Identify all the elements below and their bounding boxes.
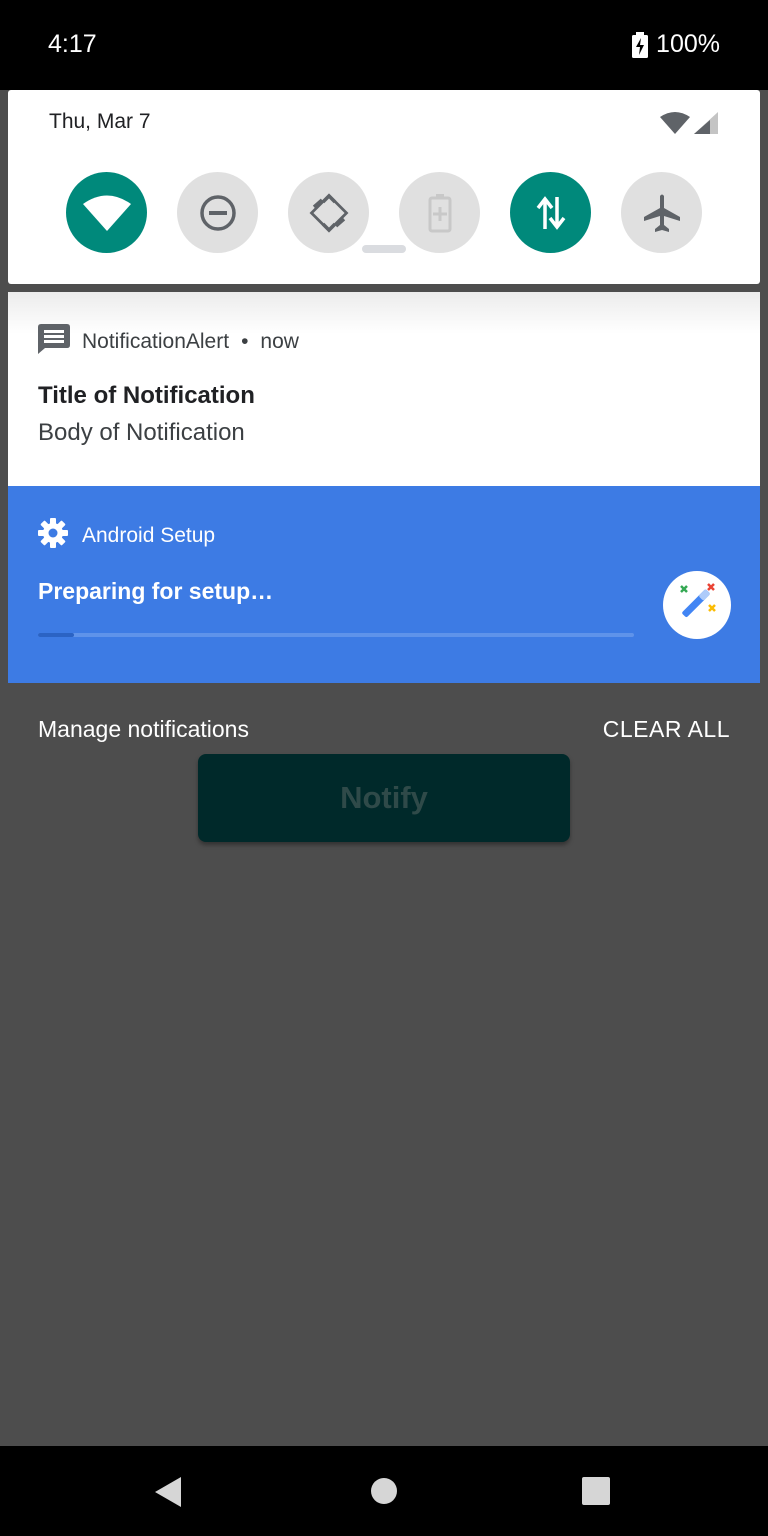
setup-app-name: Android Setup [82, 524, 216, 547]
shade-actions: Manage notifications CLEAR ALL [0, 712, 768, 752]
notification-alert[interactable]: NotificationAlert • now Title of Notific… [8, 292, 760, 486]
wifi-signal-icon [660, 112, 690, 139]
qs-tile-airplane-mode[interactable] [621, 172, 702, 253]
quick-settings-panel: Thu, Mar 7 [8, 90, 760, 284]
notification-separator: • [241, 330, 249, 353]
mobile-data-icon [536, 195, 566, 231]
do-not-disturb-icon [199, 194, 237, 232]
qs-signal-indicators [660, 112, 718, 139]
setup-title: Preparing for setup… [38, 578, 274, 604]
clear-all-button[interactable]: CLEAR ALL [603, 716, 730, 743]
notification-app-name: NotificationAlert [82, 330, 230, 353]
status-right: 100% [632, 30, 720, 59]
setup-header: Android Setup [38, 518, 215, 554]
qs-tile-wifi[interactable] [66, 172, 147, 253]
qs-tile-auto-rotate[interactable] [288, 172, 369, 253]
battery-percent: 100% [656, 30, 720, 58]
back-icon[interactable] [155, 1477, 183, 1512]
wifi-icon [82, 195, 131, 231]
recents-icon[interactable] [582, 1477, 610, 1510]
notification-time: now [260, 330, 299, 353]
notification-body: Body of Notification [38, 419, 245, 446]
qs-tile-mobile-data[interactable] [510, 172, 591, 253]
rotate-icon [309, 193, 349, 233]
notification-android-setup[interactable]: Android Setup Preparing for setup… [8, 486, 760, 683]
drag-handle[interactable] [362, 245, 406, 253]
notification-title: Title of Notification [38, 382, 255, 409]
setup-progress-bar [38, 633, 634, 637]
status-time: 4:17 [48, 30, 97, 58]
manage-notifications-button[interactable]: Manage notifications [38, 716, 249, 743]
setup-badge [663, 571, 731, 639]
qs-tiles [66, 172, 706, 254]
status-bar: 4:17 100% [0, 0, 768, 90]
magic-wand-icon [675, 581, 719, 630]
qs-tile-battery-saver[interactable] [399, 172, 480, 253]
notify-button[interactable]: Notify [198, 754, 570, 842]
gear-icon [38, 518, 68, 554]
message-icon [38, 324, 70, 360]
qs-tile-do-not-disturb[interactable] [177, 172, 258, 253]
battery-charging-icon [632, 31, 649, 58]
cell-signal-icon [694, 112, 718, 139]
notification-header: NotificationAlert • now [38, 324, 299, 360]
setup-progress-fill [38, 633, 74, 637]
airplane-icon [642, 193, 682, 233]
battery-saver-icon [427, 193, 453, 233]
navigation-bar [0, 1446, 768, 1536]
home-icon[interactable] [370, 1477, 398, 1510]
qs-date[interactable]: Thu, Mar 7 [49, 110, 151, 134]
